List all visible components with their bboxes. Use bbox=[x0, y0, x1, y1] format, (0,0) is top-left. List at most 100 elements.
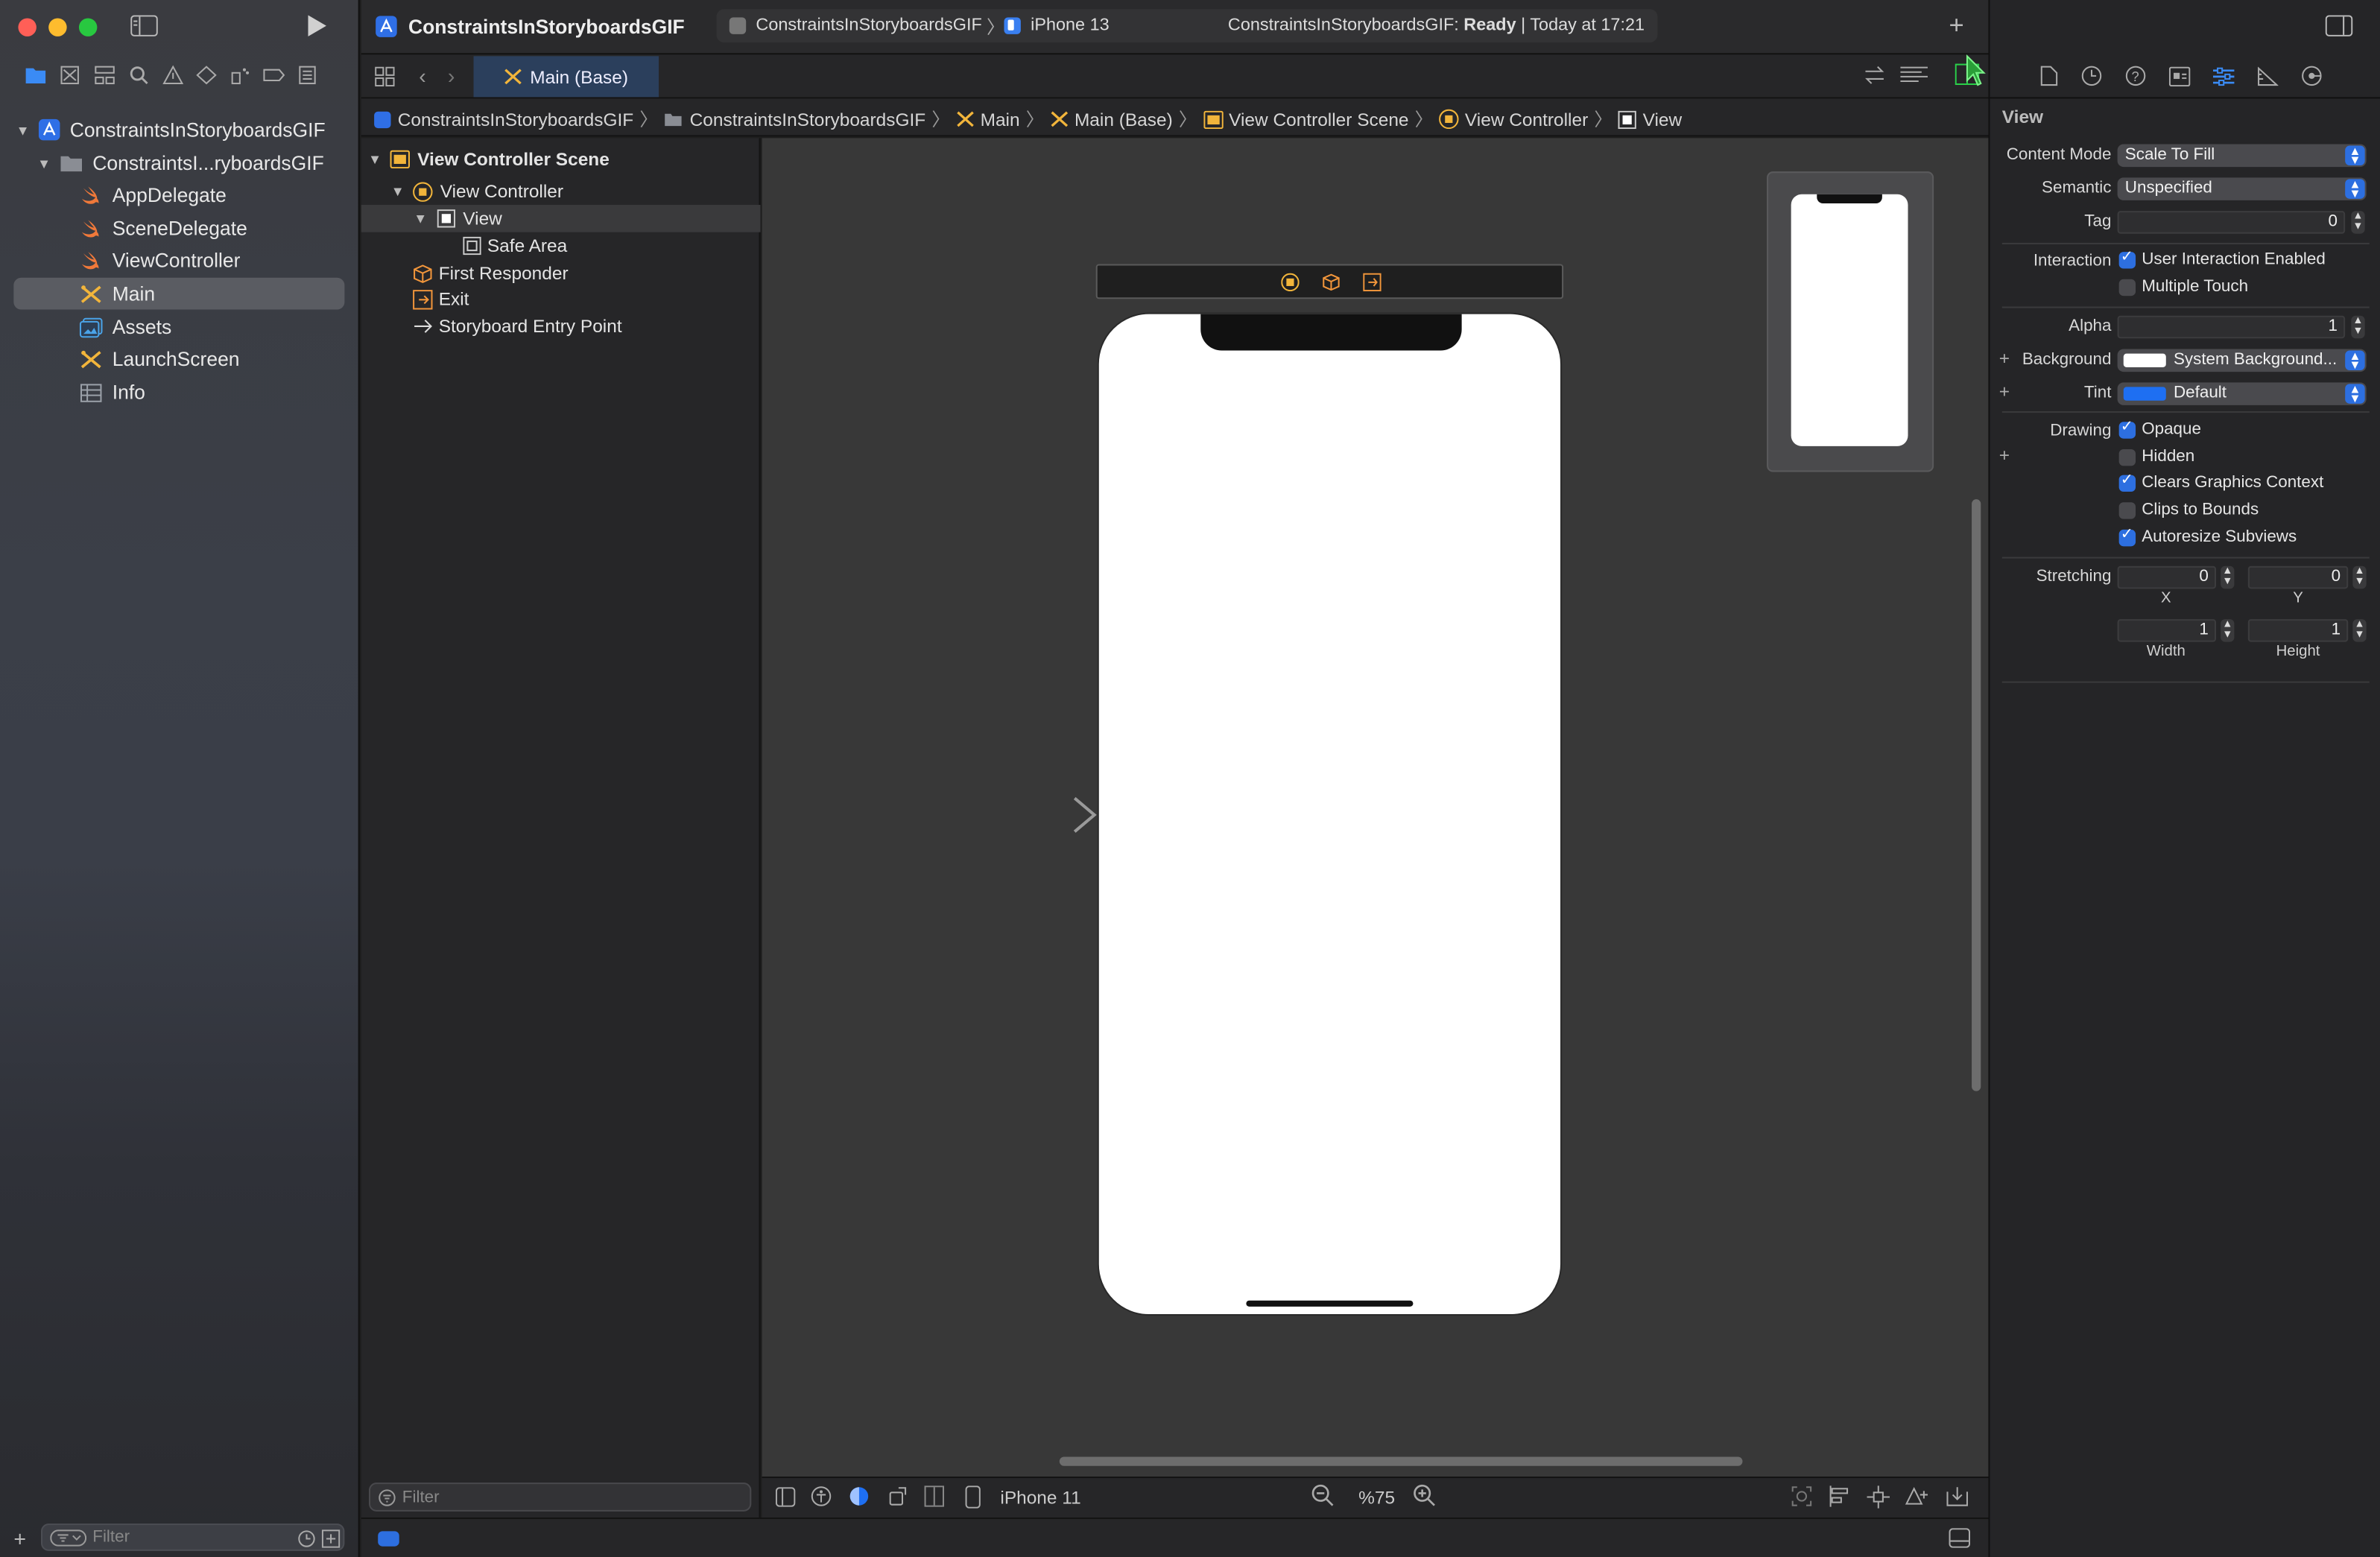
vertical-scrollbar[interactable] bbox=[1972, 499, 1981, 1091]
minimap-scene[interactable] bbox=[1791, 194, 1908, 446]
source-control-icon[interactable] bbox=[59, 66, 82, 85]
breadcrumb-item[interactable]: View Controller bbox=[1465, 109, 1588, 130]
clips-bounds-checkbox[interactable] bbox=[2118, 502, 2136, 519]
identity-inspector-icon[interactable] bbox=[2168, 66, 2191, 86]
breadcrumb-item[interactable]: View bbox=[1643, 109, 1683, 130]
stretch-height-stepper[interactable]: ▲ ▼ bbox=[2352, 619, 2367, 642]
back-chevron-icon[interactable]: ‹ bbox=[419, 64, 426, 89]
minimize-window-button[interactable] bbox=[48, 18, 67, 37]
canvas-minimap[interactable] bbox=[1767, 171, 1934, 472]
outline-item-exit[interactable]: Exit bbox=[361, 285, 761, 313]
sidebar-toggle-icon[interactable] bbox=[130, 15, 158, 37]
breadcrumb-item[interactable]: ConstraintsInStoryboardsGIF bbox=[398, 109, 634, 130]
outline-item-entry-point[interactable]: Storyboard Entry Point bbox=[361, 313, 761, 340]
storyboard-entry-arrow[interactable] bbox=[990, 796, 1099, 833]
user-interaction-checkbox[interactable] bbox=[2118, 249, 2136, 269]
stretch-height-field[interactable]: 1 bbox=[2247, 619, 2349, 642]
horizontal-scrollbar[interactable] bbox=[1059, 1456, 1743, 1466]
autoresize-checkbox[interactable] bbox=[2118, 527, 2136, 547]
update-frames-icon[interactable] bbox=[1791, 1485, 1813, 1507]
stretch-y-field[interactable]: 0 bbox=[2247, 565, 2349, 589]
alpha-field[interactable]: 1 bbox=[2117, 315, 2346, 339]
close-window-button[interactable] bbox=[18, 18, 37, 37]
semantic-popup[interactable]: Unspecified ▲ ▼ bbox=[2117, 177, 2367, 200]
debug-area-toggle-icon[interactable] bbox=[378, 1531, 399, 1547]
run-play-icon[interactable] bbox=[306, 13, 328, 38]
stretch-width-stepper[interactable]: ▲ ▼ bbox=[2221, 619, 2235, 642]
embed-in-icon[interactable] bbox=[1946, 1485, 1969, 1507]
nav-item-scenedelegate[interactable]: SceneDelegate bbox=[79, 212, 344, 244]
view-controller-icon[interactable] bbox=[1281, 273, 1300, 292]
outline-item-safe-area[interactable]: Safe Area bbox=[361, 232, 761, 260]
attributes-inspector-icon[interactable] bbox=[2212, 66, 2235, 86]
stretch-x-field[interactable]: 0 bbox=[2117, 565, 2217, 589]
hidden-checkbox[interactable] bbox=[2118, 448, 2136, 466]
file-inspector-icon[interactable] bbox=[2040, 66, 2058, 87]
tag-stepper[interactable]: ▲ ▼ bbox=[2351, 211, 2365, 234]
nav-item-appdelegate[interactable]: AppDelegate bbox=[79, 179, 344, 211]
accessibility-icon[interactable] bbox=[811, 1485, 832, 1507]
swap-arrows-icon[interactable] bbox=[1864, 66, 1885, 85]
zoom-level[interactable]: %75 bbox=[1358, 1487, 1395, 1509]
storyboard-canvas[interactable] bbox=[762, 138, 1989, 1518]
disclosure-open-icon[interactable]: ▼ bbox=[367, 152, 382, 167]
multiple-touch-checkbox[interactable] bbox=[2118, 279, 2136, 297]
nav-item-main[interactable]: Main bbox=[13, 277, 345, 310]
align-icon[interactable] bbox=[1829, 1485, 1851, 1507]
outline-item-view-controller[interactable]: ▼ View Controller bbox=[361, 177, 761, 205]
appearance-icon[interactable] bbox=[849, 1485, 870, 1507]
warning-icon[interactable] bbox=[162, 65, 184, 85]
outline-item-first-responder[interactable]: First Responder bbox=[361, 259, 761, 287]
symbol-icon[interactable] bbox=[94, 66, 117, 85]
disclosure-open-icon[interactable]: ▼ bbox=[37, 156, 51, 171]
breadcrumb-item[interactable]: ConstraintsInStoryboardsGIF bbox=[690, 109, 926, 130]
history-clock-icon[interactable] bbox=[2081, 66, 2103, 87]
editor-options-lines-icon[interactable] bbox=[1900, 66, 1928, 85]
scheme-selector[interactable]: ConstraintsInStoryboardsGIF bbox=[756, 16, 981, 34]
nav-item-assets[interactable]: Assets bbox=[79, 311, 344, 343]
iphone-device-icon[interactable] bbox=[965, 1485, 981, 1509]
tab-main-base[interactable]: Main (Base) bbox=[473, 56, 659, 98]
tint-color-popup[interactable]: Default ▲ ▼ bbox=[2117, 382, 2367, 405]
hidden-variation-plus-icon[interactable]: + bbox=[1999, 445, 2010, 466]
search-icon[interactable] bbox=[129, 66, 151, 85]
resolve-auto-layout-icon[interactable] bbox=[1905, 1485, 1929, 1507]
library-plus-icon[interactable]: + bbox=[1949, 10, 1964, 41]
disclosure-open-icon[interactable]: ▼ bbox=[390, 183, 405, 198]
nav-item-project[interactable]: ▼ ConstraintsInStoryboardsGIF bbox=[15, 114, 349, 146]
debug-spray-icon[interactable] bbox=[230, 66, 251, 85]
folder-icon[interactable] bbox=[25, 66, 48, 85]
filter-options-icon[interactable] bbox=[50, 1529, 87, 1547]
alpha-stepper[interactable]: ▲ ▼ bbox=[2351, 315, 2365, 339]
scm-filter-icon[interactable] bbox=[321, 1529, 341, 1548]
navigator-filter-field[interactable]: Filter bbox=[40, 1523, 345, 1551]
size-inspector-icon[interactable] bbox=[2257, 66, 2279, 86]
related-items-grid-icon[interactable] bbox=[375, 66, 395, 87]
run-destination-selector[interactable]: iPhone 13 bbox=[1031, 16, 1110, 34]
outline-filter-field[interactable]: Filter bbox=[368, 1483, 752, 1512]
device-selector[interactable]: iPhone 11 bbox=[1000, 1487, 1080, 1509]
zoom-in-icon[interactable] bbox=[1413, 1484, 1436, 1507]
exit-icon[interactable] bbox=[1363, 273, 1382, 292]
zoom-out-icon[interactable] bbox=[1311, 1484, 1335, 1507]
report-icon[interactable] bbox=[297, 66, 317, 85]
device-configuration-icon[interactable] bbox=[924, 1485, 945, 1507]
opaque-checkbox[interactable] bbox=[2118, 419, 2136, 439]
orientation-icon[interactable] bbox=[888, 1485, 910, 1507]
first-responder-cube-icon[interactable] bbox=[1322, 273, 1340, 291]
add-constraints-icon[interactable] bbox=[1867, 1485, 1890, 1509]
background-color-popup[interactable]: System Background... ▲ ▼ bbox=[2117, 349, 2367, 372]
disclosure-open-icon[interactable]: ▼ bbox=[413, 211, 428, 226]
disclosure-open-icon[interactable]: ▼ bbox=[15, 122, 30, 137]
breakpoint-icon[interactable] bbox=[262, 66, 285, 85]
nav-item-viewcontroller[interactable]: ViewController bbox=[79, 244, 344, 276]
test-diamond-icon[interactable] bbox=[196, 66, 218, 85]
tag-field[interactable]: 0 bbox=[2117, 211, 2346, 234]
outline-item-scene[interactable]: ▼ View Controller Scene bbox=[361, 146, 761, 174]
nav-item-group[interactable]: ▼ ConstraintsI...ryboardsGIF bbox=[37, 148, 349, 180]
scene-dock[interactable] bbox=[1095, 264, 1564, 299]
stretch-x-stepper[interactable]: ▲ ▼ bbox=[2221, 565, 2235, 589]
zoom-window-button[interactable] bbox=[78, 18, 98, 37]
inspector-toggle-icon[interactable] bbox=[2325, 15, 2353, 37]
add-file-plus-icon[interactable]: + bbox=[13, 1526, 26, 1551]
